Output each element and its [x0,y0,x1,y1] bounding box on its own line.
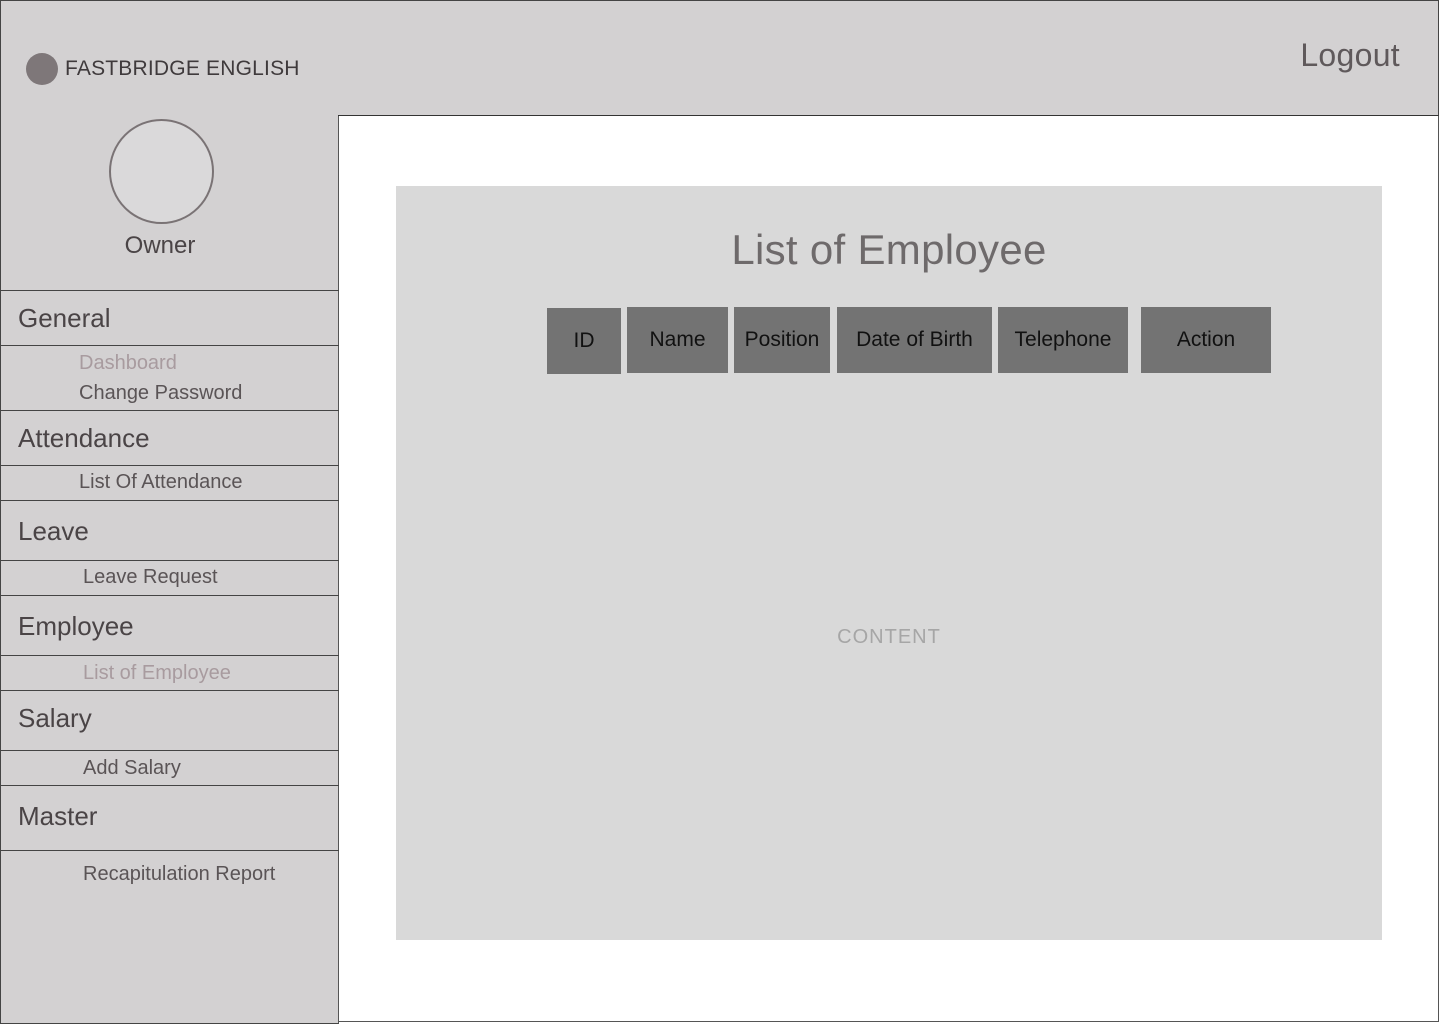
sidebar-group-salary: Add Salary [1,750,339,785]
sidebar-item-list-of-employee[interactable]: List of Employee [83,662,231,685]
sidebar-item-dashboard[interactable]: Dashboard [79,352,177,375]
sidebar: FASTBRIDGE ENGLISH Owner General Dashboa… [0,0,339,1024]
column-header-action[interactable]: Action [1141,307,1271,373]
column-header-date-of-birth[interactable]: Date of Birth [837,307,992,373]
column-header-position[interactable]: Position [734,307,830,373]
sidebar-section-attendance[interactable]: Attendance [1,410,339,465]
sidebar-section-salary[interactable]: Salary [1,690,339,750]
sidebar-section-label: Salary [18,703,92,733]
top-header: Logout [338,0,1439,116]
content-panel [396,186,1382,940]
sidebar-section-label: Employee [18,611,134,641]
content-placeholder: CONTENT [837,626,941,648]
sidebar-section-label: Attendance [18,423,150,453]
sidebar-item-list-of-attendance[interactable]: List Of Attendance [79,471,242,494]
sidebar-group-employee: List of Employee [1,655,339,690]
sidebar-section-master[interactable]: Master [1,785,339,850]
brand-logo-icon [26,53,58,85]
sidebar-section-leave[interactable]: Leave [1,500,339,560]
page-title: List of Employee [731,226,1047,273]
sidebar-section-employee[interactable]: Employee [1,595,339,655]
sidebar-item-add-salary[interactable]: Add Salary [83,757,181,780]
avatar [109,119,214,224]
brand: FASTBRIDGE ENGLISH [26,53,300,85]
sidebar-section-label: Leave [18,516,89,546]
sidebar-section-label: General [18,303,111,333]
sidebar-group-leave: Leave Request [1,560,339,595]
sidebar-section-general[interactable]: General [1,290,339,345]
column-header-telephone[interactable]: Telephone [998,307,1128,373]
frame-border [338,1021,1439,1022]
logout-button[interactable]: Logout [1300,37,1400,74]
frame-border [1438,116,1439,1022]
sidebar-item-recapitulation-report[interactable]: Recapitulation Report [83,863,275,886]
sidebar-group-attendance: List Of Attendance [1,465,339,500]
column-header-id[interactable]: ID [547,308,621,374]
sidebar-group-general: Dashboard Change Password [1,345,339,410]
sidebar-section-label: Master [18,801,98,831]
sidebar-item-leave-request[interactable]: Leave Request [83,566,218,589]
user-role: Owner [124,232,196,259]
sidebar-group-master: Recapitulation Report [1,850,339,910]
sidebar-item-change-password[interactable]: Change Password [79,382,242,405]
column-header-name[interactable]: Name [627,307,728,373]
brand-name: FASTBRIDGE ENGLISH [65,57,300,80]
